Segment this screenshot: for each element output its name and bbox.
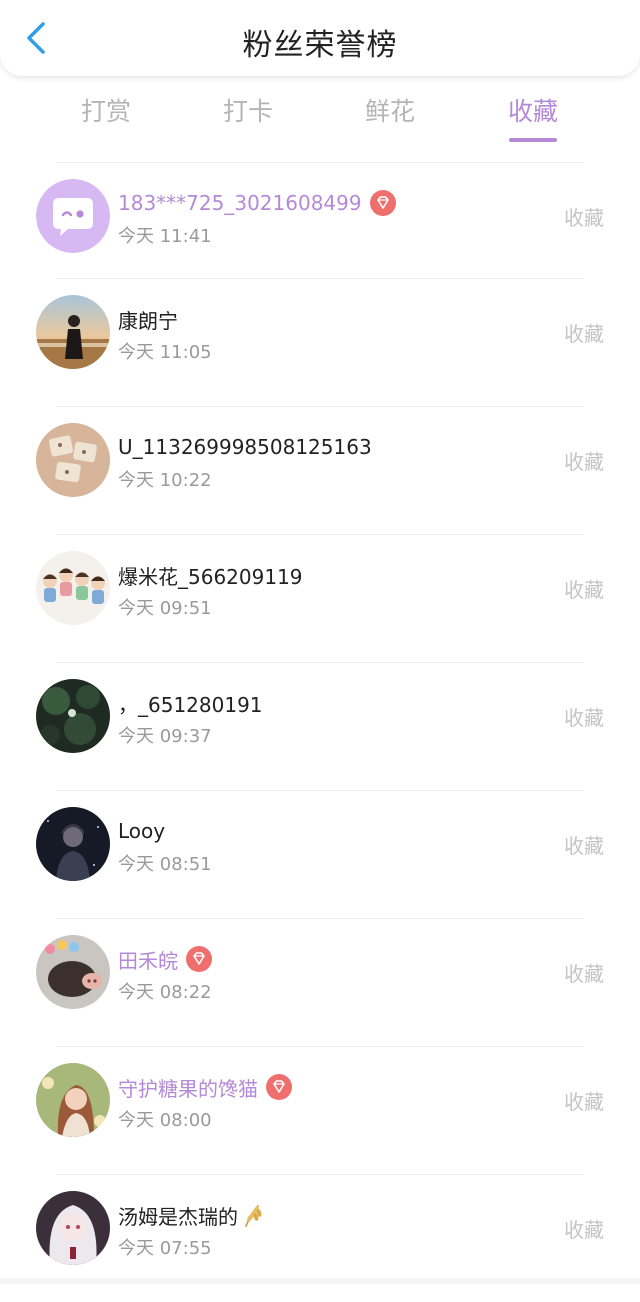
girl-flowers-avatar-icon: [36, 1063, 110, 1137]
diamond-badge-icon: [369, 190, 396, 216]
timestamp: 今天 10:22: [118, 470, 212, 491]
list-item[interactable]: 守护糖果的馋猫 今天 08:00 收藏: [0, 1046, 640, 1174]
user-name: 田禾皖: [118, 948, 178, 973]
user-name: U_113269998508125163: [118, 435, 372, 459]
row-divider: [56, 406, 584, 407]
avatar[interactable]: [36, 935, 110, 1009]
tab-checkin[interactable]: 打卡: [198, 92, 298, 128]
tab-collect[interactable]: 收藏: [483, 92, 583, 142]
name-line: 田禾皖: [118, 944, 212, 974]
wheat-icon: [245, 1205, 262, 1227]
user-name: ，_651280191: [118, 692, 263, 717]
list-item[interactable]: 田禾皖 今天 08:22 收藏: [0, 918, 640, 1046]
collect-label: 收藏: [564, 1218, 604, 1242]
name-line: 183***725_3021608499: [118, 188, 396, 218]
tab-bar: 打赏 打卡 鲜花 收藏: [0, 88, 640, 144]
tab-reward[interactable]: 打赏: [56, 92, 156, 128]
user-name: 183***725_3021608499: [118, 191, 362, 215]
list-item[interactable]: 康朗宁 今天 11:05 收藏: [0, 278, 640, 406]
top-bar: 粉丝荣誉榜: [0, 0, 640, 76]
name-line: Looy: [118, 816, 165, 846]
timestamp: 今天 09:51: [118, 598, 212, 619]
bottom-divider: [0, 1278, 640, 1284]
row-divider: [56, 1046, 584, 1047]
timestamp: 今天 08:51: [118, 854, 212, 875]
list-item[interactable]: ，_651280191 今天 09:37 收藏: [0, 662, 640, 790]
collect-label: 收藏: [564, 962, 604, 986]
chat-bubble-avatar-icon: [36, 179, 110, 253]
name-line: U_113269998508125163: [118, 432, 372, 462]
beige-sticker-avatar-icon: [36, 423, 110, 497]
user-name: 守护糖果的馋猫: [118, 1076, 258, 1101]
timestamp: 今天 11:41: [118, 226, 212, 247]
avatar[interactable]: [36, 1063, 110, 1137]
avatar[interactable]: [36, 179, 110, 253]
tab-collect-label: 收藏: [507, 97, 558, 126]
avatar[interactable]: [36, 423, 110, 497]
diamond-badge-icon: [186, 946, 212, 972]
timestamp: 今天 11:05: [118, 342, 212, 363]
name-line: 汤姆是杰瑞的: [118, 1200, 264, 1230]
pig-doll-avatar-icon: [36, 935, 110, 1009]
green-foliage-avatar-icon: [36, 679, 110, 753]
active-tab-indicator: [509, 138, 557, 142]
avatar[interactable]: [36, 551, 110, 625]
timestamp: 今天 09:37: [118, 726, 212, 747]
page-title: 粉丝荣誉榜: [242, 28, 398, 63]
list-item[interactable]: Looy 今天 08:51 收藏: [0, 790, 640, 918]
name-line: 守护糖果的馋猫: [118, 1072, 292, 1102]
girl-field-photo-avatar-icon: [36, 295, 110, 369]
dark-portrait-avatar-icon: [36, 807, 110, 881]
list-item[interactable]: 爆米花_566209119 今天 09:51 收藏: [0, 534, 640, 662]
row-divider: [56, 1174, 584, 1175]
timestamp: 今天 07:55: [118, 1238, 212, 1259]
cartoon-group-avatar-icon: [36, 551, 110, 625]
row-divider: [56, 662, 584, 663]
user-name: Looy: [118, 819, 166, 843]
collect-label: 收藏: [564, 322, 604, 346]
collect-label: 收藏: [564, 706, 604, 730]
collect-label: 收藏: [564, 578, 604, 602]
avatar[interactable]: [36, 679, 110, 753]
user-name: 爆米花_566209119: [118, 564, 303, 589]
collect-label: 收藏: [564, 1090, 604, 1114]
name-line: 康朗宁: [118, 304, 178, 334]
collect-label: 收藏: [564, 834, 604, 858]
row-divider: [56, 278, 584, 279]
avatar[interactable]: [36, 807, 110, 881]
tab-flowers[interactable]: 鲜花: [340, 92, 440, 128]
diamond-badge-icon: [266, 1074, 292, 1100]
user-name: 汤姆是杰瑞的: [118, 1204, 238, 1229]
collect-label: 收藏: [564, 206, 604, 230]
timestamp: 今天 08:22: [118, 982, 212, 1003]
list-item[interactable]: U_113269998508125163 今天 10:22 收藏: [0, 406, 640, 534]
timestamp: 今天 08:00: [118, 1110, 212, 1131]
name-line: 爆米花_566209119: [118, 560, 303, 590]
list-item[interactable]: 183***725_3021608499 今天 11:41 收藏: [0, 162, 640, 290]
row-divider: [56, 162, 584, 163]
avatar[interactable]: [36, 1191, 110, 1265]
collect-label: 收藏: [564, 450, 604, 474]
row-divider: [56, 534, 584, 535]
avatar[interactable]: [36, 295, 110, 369]
user-name: 康朗宁: [118, 308, 178, 333]
row-divider: [56, 918, 584, 919]
row-divider: [56, 790, 584, 791]
name-line: ，_651280191: [118, 688, 263, 718]
anime-girl-avatar-icon: [36, 1191, 110, 1265]
